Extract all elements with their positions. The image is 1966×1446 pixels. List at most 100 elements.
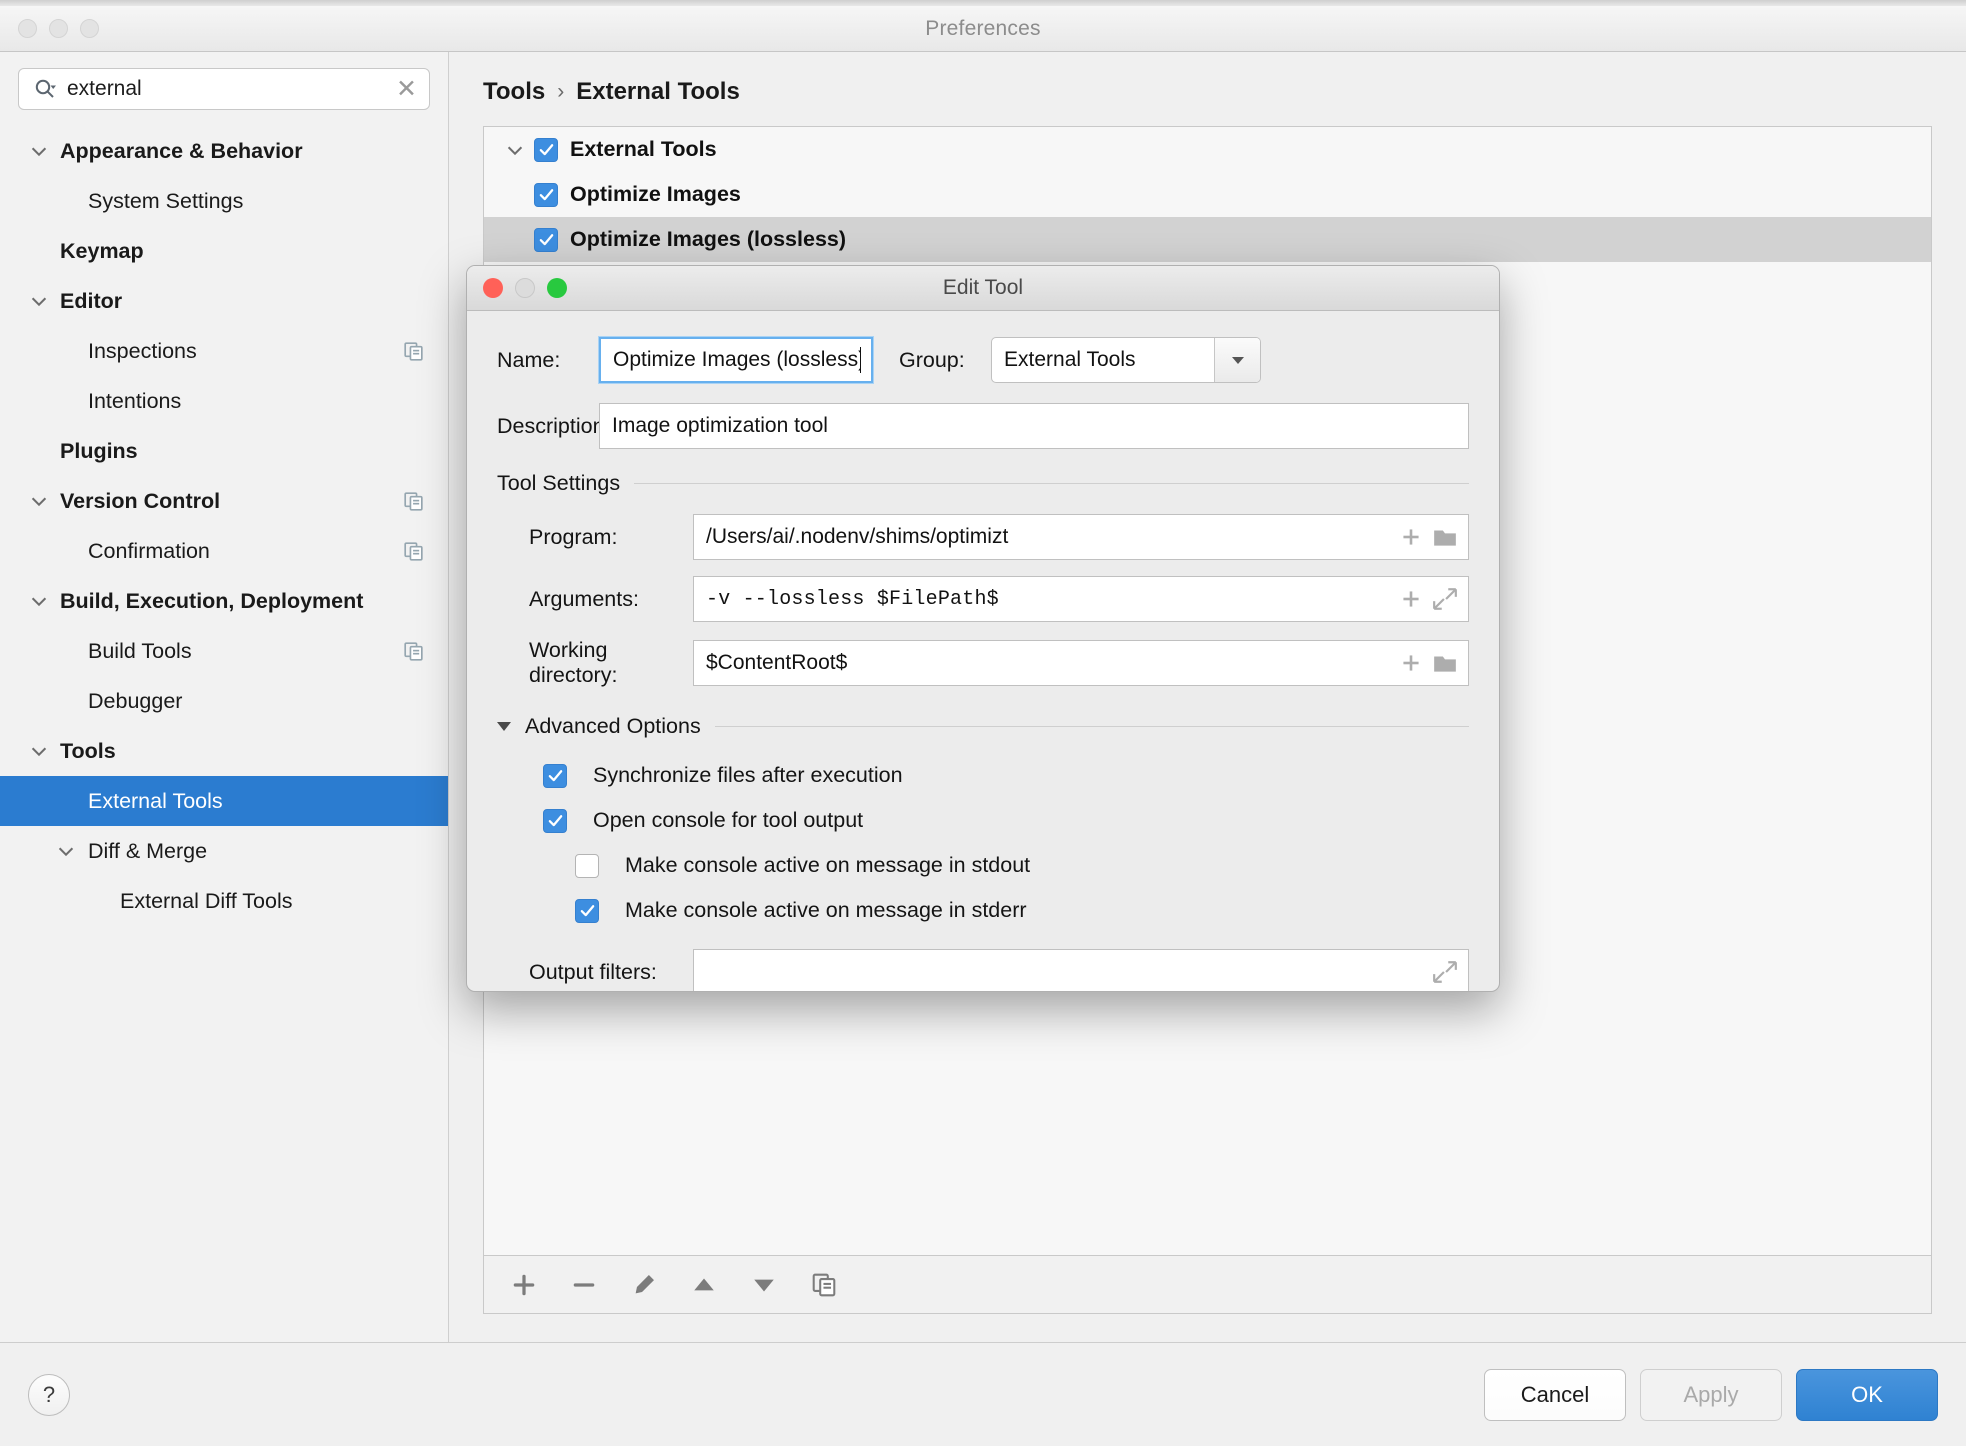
description-field[interactable]: Image optimization tool [599,403,1469,449]
advanced-option-checkbox[interactable] [543,764,567,788]
external-tools-toolbar[interactable] [483,1256,1932,1314]
tool-list-label: Optimize Images (lossless) [570,227,846,252]
sidebar-item-label: Diff & Merge [88,839,207,864]
pencil-icon [631,1272,657,1298]
chevron-down-icon[interactable] [1214,338,1260,382]
output-filters-field[interactable] [693,949,1469,992]
insert-macro-icon[interactable] [1398,586,1424,612]
sidebar-item-label: Tools [60,739,116,764]
help-button[interactable]: ? [28,1374,70,1416]
copy-settings-icon[interactable] [403,491,424,512]
chevron-down-icon[interactable] [504,139,526,161]
edit-button[interactable] [622,1265,666,1305]
breadcrumb-current: External Tools [576,78,740,106]
copy-settings-icon[interactable] [403,341,424,362]
settings-tree[interactable]: Appearance & Behavior System SettingsKeym… [0,122,448,1342]
advanced-option-checkbox[interactable] [575,854,599,878]
program-row: Program: /Users/ai/.nodenv/shims/optimiz… [497,514,1469,560]
text-caret [860,347,862,373]
name-field[interactable]: Optimize Images (lossless) [599,337,873,383]
chevron-down-icon[interactable] [28,290,50,312]
expand-editor-icon[interactable] [1432,586,1458,612]
sidebar-item-label: Build Tools [88,639,192,664]
group-dropdown[interactable]: External Tools [991,337,1261,383]
browse-folder-icon[interactable] [1432,524,1458,550]
remove-button[interactable] [562,1265,606,1305]
sidebar-item-editor[interactable]: Editor [0,276,448,326]
chevron-down-icon[interactable] [28,740,50,762]
sidebar-item-version-control[interactable]: Version Control [0,476,448,526]
name-value: Optimize Images (lossless) [613,348,860,372]
tool-enabled-checkbox[interactable] [534,138,558,162]
advanced-options-header[interactable]: Advanced Options [497,714,1469,739]
breadcrumb-separator: › [557,80,564,104]
tool-list-row[interactable]: Optimize Images [484,172,1931,217]
sidebar-item-intentions[interactable]: Intentions [0,376,448,426]
copy-button[interactable] [802,1265,846,1305]
sidebar-item-build-tools[interactable]: Build Tools [0,626,448,676]
sidebar-item-label: Appearance & Behavior [60,139,303,164]
search-icon [33,77,57,101]
ok-button[interactable]: OK [1796,1369,1938,1421]
working-directory-row: Working directory: $ContentRoot$ [497,638,1469,688]
advanced-option-row[interactable]: Open console for tool output [497,798,1469,843]
expand-editor-icon[interactable] [1432,959,1458,985]
tool-list-row[interactable]: Optimize Images (lossless) [484,217,1931,262]
description-row: Description: Image optimization tool [497,403,1469,449]
plus-icon [511,1272,537,1298]
triangle-down-icon[interactable] [497,722,511,731]
window-title: Preferences [0,17,1966,41]
chevron-down-icon[interactable] [28,490,50,512]
sidebar-item-label: External Diff Tools [120,889,292,914]
chevron-down-icon[interactable] [28,590,50,612]
sidebar-item-confirmation[interactable]: Confirmation [0,526,448,576]
sidebar-item-diff-merge[interactable]: Diff & Merge [0,826,448,876]
sidebar-item-system-settings[interactable]: System Settings [0,176,448,226]
chevron-down-icon[interactable] [55,840,77,862]
sidebar-item-keymap[interactable]: Keymap [0,226,448,276]
name-label: Name: [497,348,599,373]
sidebar-item-inspections[interactable]: Inspections [0,326,448,376]
sidebar-item-build-execution-deployment[interactable]: Build, Execution, Deployment [0,576,448,626]
sidebar-item-debugger[interactable]: Debugger [0,676,448,726]
advanced-option-checkbox[interactable] [575,899,599,923]
insert-macro-icon[interactable] [1398,650,1424,676]
tool-enabled-checkbox[interactable] [534,183,558,207]
sidebar-item-external-tools[interactable]: External Tools [0,776,448,826]
add-button[interactable] [502,1265,546,1305]
sidebar-item-plugins[interactable]: Plugins [0,426,448,476]
tool-enabled-checkbox[interactable] [534,228,558,252]
copy-settings-icon[interactable] [403,641,424,662]
move-down-button[interactable] [742,1265,786,1305]
advanced-option-row[interactable]: Make console active on message in stderr [497,888,1469,933]
sidebar-item-tools[interactable]: Tools [0,726,448,776]
browse-folder-icon[interactable] [1432,650,1458,676]
dialog-body: Name: Optimize Images (lossless) Group: … [467,311,1499,992]
move-up-button[interactable] [682,1265,726,1305]
program-field[interactable]: /Users/ai/.nodenv/shims/optimizt [693,514,1469,560]
chevron-down-icon[interactable] [28,140,50,162]
sidebar-item-appearance-behavior[interactable]: Appearance & Behavior [0,126,448,176]
tool-settings-section-header: Tool Settings [497,471,1469,496]
group-label: Group: [899,348,991,373]
tool-list-label: Optimize Images [570,182,741,207]
clear-icon[interactable]: ✕ [396,77,417,102]
section-divider [634,483,1469,484]
cancel-button[interactable]: Cancel [1484,1369,1626,1421]
arguments-field[interactable]: -v --lossless $FilePath$ [693,576,1469,622]
advanced-option-row[interactable]: Make console active on message in stdout [497,843,1469,888]
sidebar-item-label: Editor [60,289,122,314]
section-divider [715,726,1469,727]
breadcrumb-parent[interactable]: Tools [483,78,545,106]
advanced-options-title: Advanced Options [525,714,701,739]
dialog-title: Edit Tool [467,276,1499,300]
advanced-option-checkbox[interactable] [543,809,567,833]
apply-button[interactable]: Apply [1640,1369,1782,1421]
sidebar-item-external-diff-tools[interactable]: External Diff Tools [0,876,448,926]
tool-list-row[interactable]: External Tools [484,127,1931,172]
search-input[interactable]: external ✕ [18,68,430,110]
copy-settings-icon[interactable] [403,541,424,562]
working-directory-field[interactable]: $ContentRoot$ [693,640,1469,686]
insert-macro-icon[interactable] [1398,524,1424,550]
advanced-option-row[interactable]: Synchronize files after execution [497,753,1469,798]
